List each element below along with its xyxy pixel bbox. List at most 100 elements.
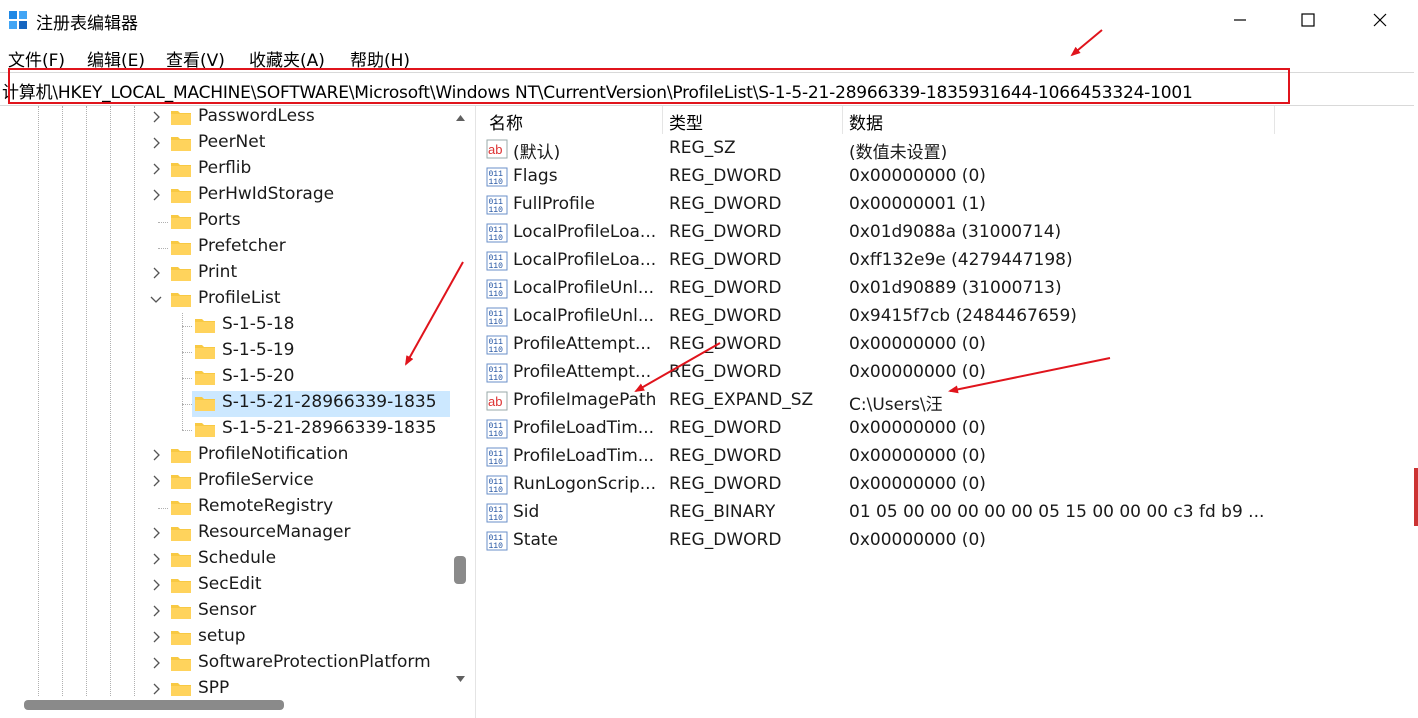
value-row[interactable]: 011 110 ProfileAttempt... REG_DWORD 0x000000… — [482, 359, 1412, 387]
tree-item-label: S-1-5-21-28966339-1835 — [222, 392, 437, 412]
tree-item[interactable]: RemoteRegistry — [0, 495, 450, 521]
binary-value-icon: 011110 — [486, 335, 508, 355]
maximize-button[interactable] — [1278, 4, 1338, 36]
chevron-right-icon[interactable] — [150, 657, 162, 669]
tree-item[interactable]: ProfileService — [0, 469, 450, 495]
value-row[interactable]: 011 110 ProfileLoadTim... REG_DWORD 0x000000… — [482, 443, 1412, 471]
tree-item[interactable]: PeerNet — [0, 131, 450, 157]
value-data: 0x9415f7cb (2484467659) — [849, 306, 1077, 326]
title-bar[interactable]: 注册表编辑器 — [0, 0, 1418, 40]
tree-item[interactable]: SoftwareProtectionPlatform — [0, 651, 450, 677]
value-row[interactable]: 011 110 LocalProfileUnl... REG_DWORD 0x01d90… — [482, 275, 1412, 303]
binary-value-icon: 011110 — [486, 307, 508, 327]
tree-item[interactable]: Print — [0, 261, 450, 287]
tree-horizontal-scroll-thumb[interactable] — [24, 700, 284, 710]
tree-horizontal-scrollbar[interactable] — [0, 696, 473, 716]
svg-text:110: 110 — [489, 178, 504, 187]
folder-icon — [195, 371, 215, 385]
tree-item-label: SecEdit — [198, 574, 262, 594]
value-name: ProfileLoadTim... — [513, 446, 654, 466]
tree-item[interactable]: ProfileList — [0, 287, 450, 313]
folder-icon — [171, 215, 191, 229]
chevron-right-icon[interactable] — [150, 553, 162, 565]
chevron-down-icon[interactable] — [150, 293, 162, 305]
value-name: ProfileAttempt... — [513, 334, 652, 354]
annotation-highlight-box — [8, 68, 1290, 104]
tree-item[interactable]: setup — [0, 625, 450, 651]
column-separator[interactable] — [662, 106, 663, 134]
chevron-right-icon[interactable] — [150, 605, 162, 617]
value-name: LocalProfileUnl... — [513, 306, 655, 326]
value-data: 0x00000000 (0) — [849, 446, 986, 466]
pane-splitter[interactable] — [475, 106, 482, 718]
chevron-right-icon[interactable] — [150, 683, 162, 695]
tree-item[interactable]: S-1-5-18 — [0, 313, 450, 339]
binary-value-icon: 011110 — [486, 363, 508, 383]
tree-guide-line — [158, 222, 168, 223]
value-row[interactable]: 011 110 Sid REG_BINARY 01 05 00 00 00 00 00 … — [482, 499, 1412, 527]
tree-item[interactable]: S-1-5-19 — [0, 339, 450, 365]
key-tree[interactable]: PasswordLess PeerNet Perflib PerHwIdStorage… — [0, 106, 473, 696]
tree-item[interactable]: Ports — [0, 209, 450, 235]
value-row[interactable]: 011 110 State REG_DWORD 0x00000000 (0) — [482, 527, 1412, 555]
column-data-header[interactable]: 数据 — [849, 109, 883, 137]
value-data: 0xff132e9e (4279447198) — [849, 250, 1073, 270]
column-separator[interactable] — [1274, 106, 1275, 134]
chevron-right-icon[interactable] — [150, 267, 162, 279]
chevron-right-icon[interactable] — [150, 189, 162, 201]
chevron-right-icon[interactable] — [150, 475, 162, 487]
value-row[interactable]: 011 110 ProfileAttempt... REG_DWORD 0x000000… — [482, 331, 1412, 359]
folder-icon — [195, 423, 215, 437]
value-row[interactable]: ab (默认) REG_SZ (数值未设置) — [482, 135, 1412, 163]
value-data: 0x00000000 (0) — [849, 362, 986, 382]
chevron-right-icon[interactable] — [150, 137, 162, 149]
chevron-right-icon[interactable] — [150, 111, 162, 123]
value-row[interactable]: ab ProfileImagePath REG_EXPAND_SZ C:\Users\… — [482, 387, 1412, 415]
chevron-right-icon[interactable] — [150, 631, 162, 643]
tree-item[interactable]: SecEdit — [0, 573, 450, 599]
tree-item[interactable]: ProfileNotification — [0, 443, 450, 469]
folder-icon — [171, 137, 191, 151]
folder-icon — [171, 475, 191, 489]
minimize-button[interactable] — [1210, 4, 1270, 36]
tree-item-label: ProfileNotification — [198, 444, 349, 464]
value-name: ProfileLoadTim... — [513, 418, 654, 438]
value-row[interactable]: 011 110 RunLogonScrip... REG_DWORD 0x0000000… — [482, 471, 1412, 499]
minimize-icon — [1234, 19, 1246, 21]
tree-item[interactable]: Sensor — [0, 599, 450, 625]
tree-item-label: setup — [198, 626, 246, 646]
tree-item[interactable]: PasswordLess — [0, 106, 450, 131]
tree-item[interactable]: PerHwIdStorage — [0, 183, 450, 209]
column-separator[interactable] — [842, 106, 843, 134]
tree-item[interactable]: Prefetcher — [0, 235, 450, 261]
tree-item[interactable]: Perflib — [0, 157, 450, 183]
tree-vertical-scroll-thumb[interactable] — [454, 556, 466, 584]
scroll-down-icon — [456, 676, 465, 682]
value-row[interactable]: 011 110 ProfileLoadTim... REG_DWORD 0x000000… — [482, 415, 1412, 443]
value-type: REG_DWORD — [669, 250, 782, 270]
values-list[interactable]: 名称 类型 数据 ab (默认) REG_SZ (数值未设置) 011 110 Flags R… — [482, 106, 1418, 718]
tree-vertical-scrollbar[interactable] — [450, 106, 471, 696]
column-type-header[interactable]: 类型 — [669, 109, 703, 137]
value-type: REG_DWORD — [669, 418, 782, 438]
value-row[interactable]: 011 110 FullProfile REG_DWORD 0x00000001 (1) — [482, 191, 1412, 219]
value-name: Flags — [513, 166, 558, 186]
value-row[interactable]: 011 110 LocalProfileUnl... REG_DWORD 0x9415f… — [482, 303, 1412, 331]
close-button[interactable] — [1350, 4, 1410, 36]
chevron-right-icon[interactable] — [150, 163, 162, 175]
chevron-right-icon[interactable] — [150, 449, 162, 461]
tree-item[interactable]: S-1-5-21-28966339-1835 — [0, 417, 450, 443]
tree-item[interactable]: ResourceManager — [0, 521, 450, 547]
chevron-right-icon[interactable] — [150, 579, 162, 591]
svg-text:110: 110 — [489, 318, 504, 327]
tree-item[interactable]: SPP — [0, 677, 450, 696]
tree-item[interactable]: S-1-5-20 — [0, 365, 450, 391]
column-name-header[interactable]: 名称 — [489, 109, 523, 137]
chevron-right-icon[interactable] — [150, 527, 162, 539]
value-row[interactable]: 011 110 LocalProfileLoa... REG_DWORD 0x01d90… — [482, 219, 1412, 247]
tree-item[interactable]: Schedule — [0, 547, 450, 573]
value-row[interactable]: 011 110 Flags REG_DWORD 0x00000000 (0) — [482, 163, 1412, 191]
binary-value-icon: 011110 — [486, 195, 508, 215]
value-row[interactable]: 011 110 LocalProfileLoa... REG_DWORD 0xff132… — [482, 247, 1412, 275]
tree-item-selected[interactable]: S-1-5-21-28966339-1835 — [0, 391, 450, 417]
